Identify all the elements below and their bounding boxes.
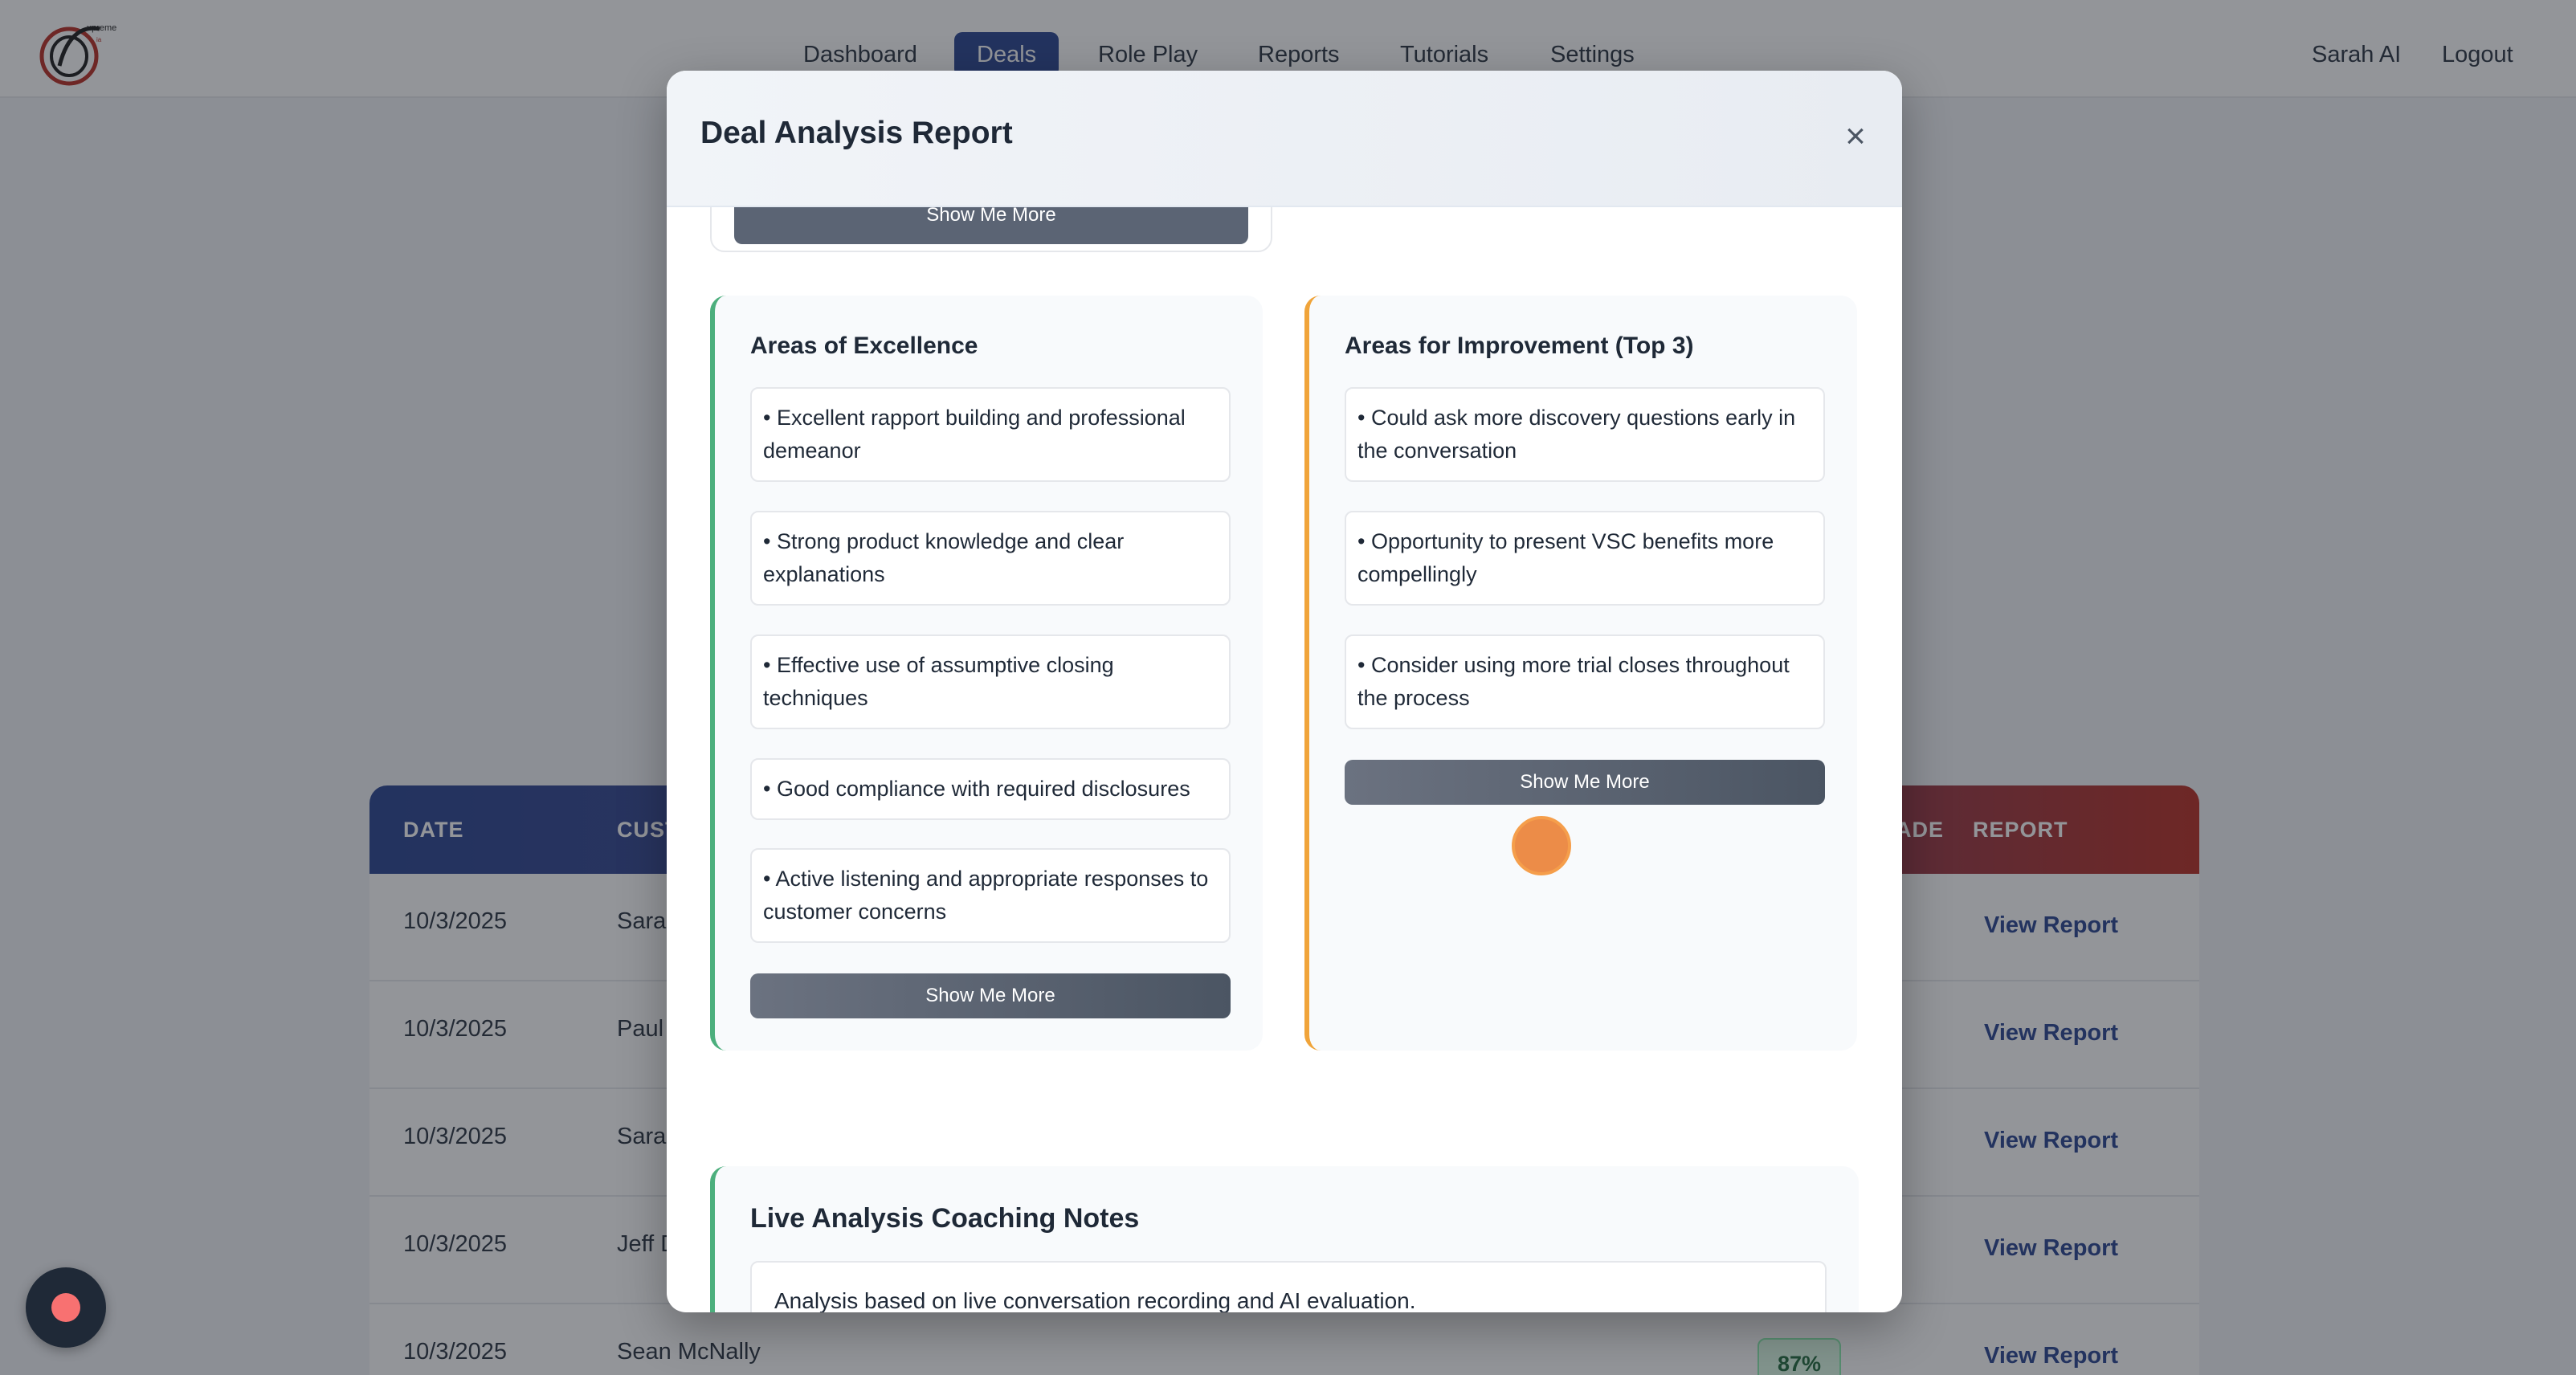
record-button[interactable] bbox=[26, 1267, 106, 1348]
modal-title: Deal Analysis Report bbox=[700, 116, 1013, 150]
excellence-title: Areas of Excellence bbox=[750, 333, 978, 359]
deal-analysis-modal: Deal Analysis Report × Show Me More Area… bbox=[667, 71, 1902, 1312]
close-icon[interactable]: × bbox=[1831, 112, 1880, 161]
excellence-item: • Effective use of assumptive closing te… bbox=[750, 634, 1231, 729]
show-more-button[interactable]: Show Me More bbox=[734, 207, 1248, 244]
excellence-item: • Strong product knowledge and clear exp… bbox=[750, 511, 1231, 606]
excellence-show-more-button[interactable]: Show Me More bbox=[750, 973, 1231, 1018]
coaching-notes-panel: Live Analysis Coaching Notes Analysis ba… bbox=[710, 1166, 1859, 1312]
improvement-item: • Opportunity to present VSC benefits mo… bbox=[1345, 511, 1825, 606]
modal-header: Deal Analysis Report × bbox=[667, 71, 1902, 207]
improvement-panel: Areas for Improvement (Top 3) • Could as… bbox=[1304, 296, 1857, 1051]
click-indicator bbox=[1512, 816, 1571, 875]
previous-section-card: Show Me More bbox=[710, 207, 1272, 252]
excellence-item: • Active listening and appropriate respo… bbox=[750, 848, 1231, 943]
excellence-item: • Excellent rapport building and profess… bbox=[750, 387, 1231, 482]
modal-body[interactable]: Show Me More Areas of Excellence • Excel… bbox=[667, 207, 1902, 1312]
record-dot-icon bbox=[51, 1293, 80, 1322]
improvement-item: • Could ask more discovery questions ear… bbox=[1345, 387, 1825, 482]
improvement-item: • Consider using more trial closes throu… bbox=[1345, 634, 1825, 729]
improvement-show-more-button[interactable]: Show Me More bbox=[1345, 760, 1825, 805]
coaching-notes-text: Analysis based on live conversation reco… bbox=[750, 1261, 1827, 1312]
excellence-panel: Areas of Excellence • Excellent rapport … bbox=[710, 296, 1263, 1051]
coaching-notes-title: Live Analysis Coaching Notes bbox=[750, 1203, 1140, 1234]
excellence-item: • Good compliance with required disclosu… bbox=[750, 758, 1231, 820]
improvement-title: Areas for Improvement (Top 3) bbox=[1345, 333, 1694, 359]
